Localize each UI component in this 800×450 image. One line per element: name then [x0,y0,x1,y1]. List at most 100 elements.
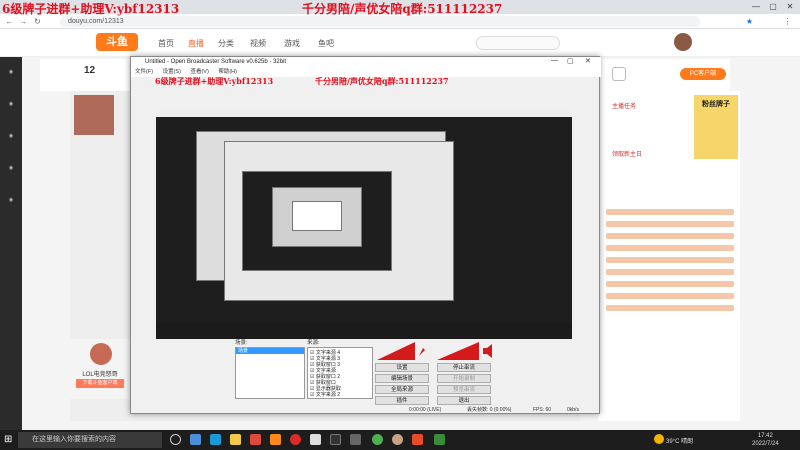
room-number: 12 [84,65,96,76]
windows-start-icon[interactable]: ⊞ [4,434,15,445]
minimize-button[interactable]: — [748,0,764,14]
source-item[interactable]: ☑ 文字来源 2 [310,392,370,398]
douyu-logo[interactable]: 斗鱼 [96,33,138,51]
sources-list[interactable]: ☑ 文字来源 4 ☑ 文字来源 3 ☑ 获取窗口 3 ☑ 文字来源 ☑ 获取窗口… [307,347,373,399]
sidebar-item-follow[interactable]: ◉ [3,101,19,125]
nav-video[interactable]: 视频 [250,38,266,49]
obs-title: Untitled - Open Broadcaster Software v0.… [131,57,601,68]
nav-home[interactable]: 首页 [158,38,174,49]
anchor-thumbnail [74,95,114,135]
app-icon[interactable] [392,434,403,445]
avatar[interactable] [674,33,692,51]
anchor-avatar [90,343,112,365]
task-tag[interactable]: 主播任务 [612,101,636,110]
status-dropped: 丢失帧数: 0 (0.00%) [467,407,512,413]
chat-message [606,233,734,239]
forward-icon[interactable]: → [18,16,29,27]
close-button[interactable]: ✕ [782,0,798,14]
obs-banner-left: 6级牌子进群+助理V:ybf12313 [155,76,274,86]
chat-message [606,221,734,227]
global-sources-button[interactable]: 全局来源 [375,385,429,394]
obs-close-icon[interactable]: ✕ [585,57,591,65]
nav-category[interactable]: 分类 [218,38,234,49]
scenes-label: 场景: [235,340,248,346]
site-header: 斗鱼 首页 直播 分类 视频 游戏 鱼吧 [0,29,800,57]
chat-message [606,257,734,263]
settings-button[interactable]: 设置 [375,363,429,372]
site-search-input[interactable] [476,36,560,50]
anchor-card: LOL电竞怒哥 下载斗鱼客户端 [70,339,130,399]
status-bitrate: 0kb/s [567,407,579,413]
chat-message [606,293,734,299]
obs-window: Untitled - Open Broadcaster Software v0.… [130,56,601,415]
promo-banner[interactable]: 粉丝牌子 [694,95,738,159]
sidebar-item-category[interactable]: ◉ [3,133,19,157]
app-icon[interactable] [290,434,301,445]
taskbar-search-input[interactable]: 在这里输入你要搜索的内容 [18,432,162,448]
pc-client-button[interactable]: PC客户端 [680,68,726,80]
edit-scene-button[interactable]: 编辑场景 [375,374,429,383]
obs-banner-right: 千分男陪/声优女陪q群:511112237 [315,76,449,86]
nav-fishbar[interactable]: 鱼吧 [318,38,334,49]
scenes-list[interactable]: 场景 [235,347,305,399]
category-icon[interactable] [612,67,626,81]
menu-settings[interactable]: 设置(S) [163,69,181,75]
newcomer-tag[interactable]: 领取新主日 [612,149,642,158]
volume-meters[interactable] [375,340,499,362]
menu-file[interactable]: 文件(F) [135,69,153,75]
weather-text[interactable]: 39°C 晴朗 [666,436,693,445]
status-time: 0:00:00 (LIVE) [409,407,442,413]
audio-mixer [375,340,499,362]
left-sidebar: ◉ ◉ ◉ ◉ ◉ [0,57,22,430]
obs-taskbar-icon[interactable] [350,434,361,445]
app-icon[interactable] [250,434,261,445]
stop-stream-button[interactable]: 停止串流 [437,363,491,372]
reload-icon[interactable]: ↻ [32,16,43,27]
back-icon[interactable]: ← [4,16,15,27]
folder-icon[interactable] [230,434,241,445]
url-input[interactable]: douyu.com/12313 [60,16,700,27]
obs-status-bar: 0:00:00 (LIVE) 丢失帧数: 0 (0.00%) FPS: 60 0… [131,406,601,415]
promo-text: 粉丝牌子 [702,101,730,108]
maximize-button[interactable]: ▢ [765,0,781,14]
clock-date: 2022/7/24 [752,441,779,447]
chrome-icon[interactable] [372,434,383,445]
obs-maximize-icon[interactable]: ▢ [567,57,574,65]
app-icon[interactable] [434,434,445,445]
plugins-button[interactable]: 插件 [375,396,429,405]
app-icon[interactable] [412,434,423,445]
right-chat-panel: 主播任务 领取新主日 粉丝牌子 [598,91,740,421]
scene-item[interactable]: 场景 [236,348,304,354]
app-icon[interactable] [270,434,281,445]
nav-live[interactable]: 直播 [188,38,204,49]
chat-message [606,245,734,251]
start-record-button[interactable]: 开始录制 [437,374,491,383]
sidebar-item-home[interactable]: ◉ [3,69,19,93]
obs-minimize-icon[interactable]: — [551,57,558,64]
app-icon[interactable] [190,434,201,445]
weather-sun-icon [654,434,664,444]
download-client-button[interactable]: 下载斗鱼客户端 [76,379,124,388]
taskbar: ⊞ 在这里输入你要搜索的内容 39°C 晴朗 17:42 2022/7/24 [0,430,800,450]
overlay-banner-right: 千分男陪/声优女陪q群:511112237 [302,2,503,16]
sidebar-item-game[interactable]: ◉ [3,197,19,221]
menu-view[interactable]: 查看(V) [190,69,208,75]
menu-help[interactable]: 帮助(H) [218,69,237,75]
chat-message [606,281,734,287]
sidebar-item-video[interactable]: ◉ [3,165,19,189]
preview-taskbar [156,323,572,339]
obs-preview [156,111,572,339]
task-view-icon[interactable] [170,434,181,445]
exit-button[interactable]: 退出 [437,396,491,405]
nav-game[interactable]: 游戏 [284,38,300,49]
chat-message [606,269,734,275]
app-icon[interactable] [310,434,321,445]
preview-stream-button[interactable]: 预览串流 [437,385,491,394]
taskbar-clock[interactable]: 17:42 2022/7/24 [752,432,779,448]
app-icon[interactable] [330,434,341,445]
chat-message [606,305,734,311]
star-icon[interactable]: ★ [744,16,755,27]
menu-icon[interactable]: ⋮ [782,16,793,27]
edge-icon[interactable] [210,434,221,445]
status-fps: FPS: 60 [533,407,552,413]
